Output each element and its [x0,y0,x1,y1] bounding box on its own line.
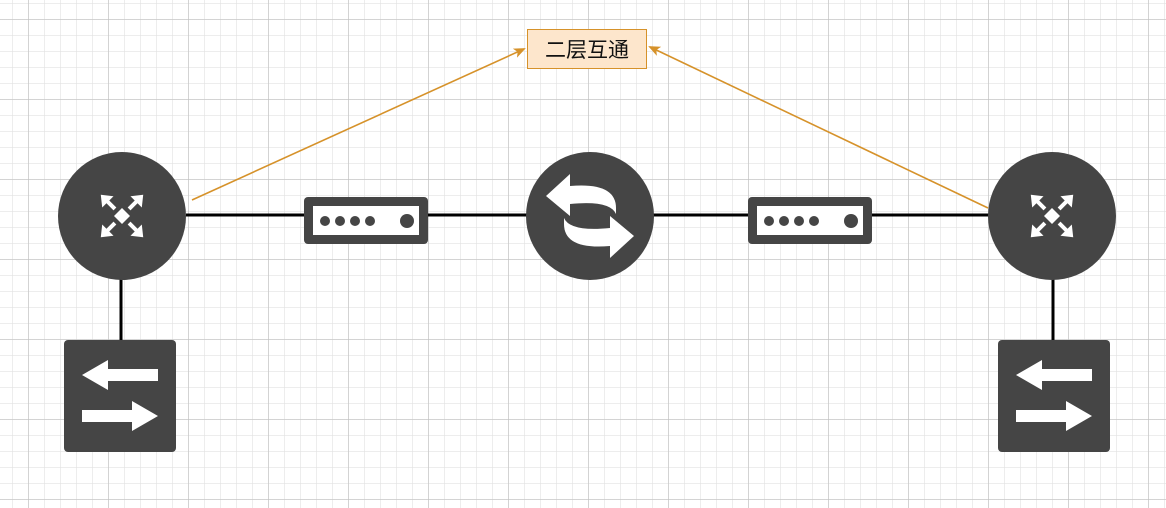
router-right[interactable] [988,152,1116,280]
modem-right[interactable] [748,197,872,244]
arrow-right-to-label [648,46,989,209]
modem-left[interactable] [304,197,428,244]
arrow-left-to-label [191,48,526,201]
layer2-label[interactable]: 二层互通 [527,29,647,69]
switch-left[interactable] [64,340,176,452]
transport-center[interactable] [526,152,654,280]
router-left[interactable] [58,152,186,280]
switch-right[interactable] [998,340,1110,452]
network-diagram [58,46,1116,452]
layer2-label-text: 二层互通 [545,38,629,62]
